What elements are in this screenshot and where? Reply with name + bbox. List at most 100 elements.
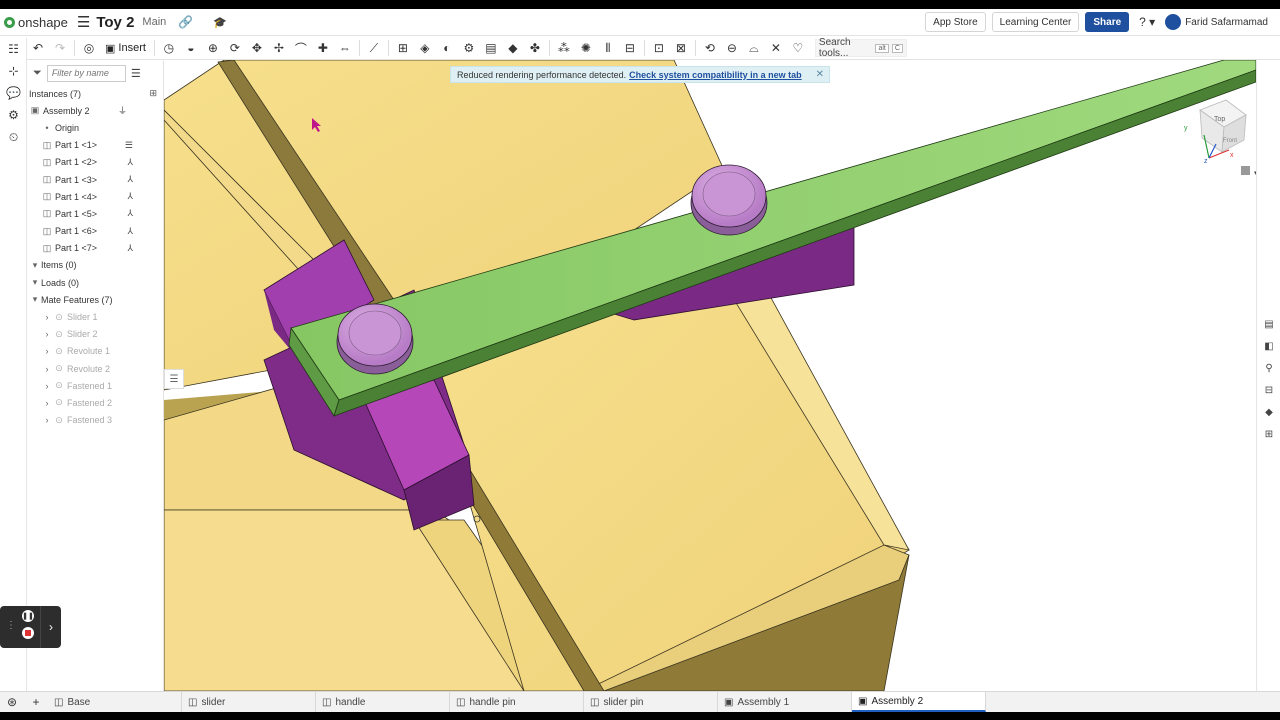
tree-item-part[interactable]: ◫ Part 1 <2> ⅄ bbox=[27, 154, 163, 171]
stop-icon[interactable] bbox=[22, 627, 34, 639]
revolute-mate-icon[interactable]: ⟳ bbox=[224, 37, 246, 59]
ball-mate-icon[interactable]: ⇔ bbox=[334, 37, 356, 59]
insert-button[interactable]: ▣ Insert bbox=[100, 42, 151, 55]
pause-icon[interactable]: ❚❚ bbox=[22, 610, 34, 622]
history-icon[interactable]: ⏲ bbox=[0, 126, 27, 148]
tree-item-origin[interactable]: • Origin bbox=[27, 119, 163, 136]
link-icon[interactable]: 🔗 bbox=[178, 15, 193, 29]
sketch-pattern-icon[interactable]: ⊟ bbox=[619, 37, 641, 59]
tree-item-part[interactable]: ◫ Part 1 <6> ⅄ bbox=[27, 223, 163, 240]
bom-icon[interactable]: ⊟ bbox=[1261, 382, 1277, 398]
learning-cap-icon[interactable]: 🎓 bbox=[213, 16, 227, 29]
redo-icon[interactable]: ↷ bbox=[49, 37, 71, 59]
expand-chevron-icon[interactable]: › bbox=[41, 346, 53, 356]
replicate-icon[interactable]: ◷ bbox=[158, 37, 180, 59]
close-icon[interactable]: ✕ bbox=[816, 69, 824, 80]
share-button[interactable]: Share bbox=[1085, 12, 1130, 32]
tree-item-mate[interactable]: › ⊙ Fastened 1 bbox=[27, 377, 163, 394]
render-studio-icon[interactable]: ◆ bbox=[1261, 404, 1277, 420]
tab-slider[interactable]: ◫ slider bbox=[182, 692, 316, 712]
tree-item-mate-features[interactable]: ▾ Mate Features (7) bbox=[27, 291, 163, 308]
cylindrical-mate-icon[interactable]: ⌒ bbox=[290, 37, 312, 59]
undo-icon[interactable]: ↶ bbox=[27, 37, 49, 59]
slider-mate-icon[interactable]: ✥ bbox=[246, 37, 268, 59]
relation-icon[interactable]: ◐ bbox=[436, 37, 458, 59]
mate-values-icon[interactable]: ⚲ bbox=[1261, 360, 1277, 376]
group-icon[interactable]: ⊞ bbox=[392, 37, 414, 59]
expand-chevron-icon[interactable]: ▾ bbox=[29, 294, 41, 305]
mate-solve-icon[interactable]: ◈ bbox=[414, 37, 436, 59]
app-store-button[interactable]: App Store bbox=[925, 12, 986, 32]
chevron-right-icon[interactable]: › bbox=[40, 606, 61, 648]
branch-label[interactable]: Main bbox=[142, 16, 166, 28]
gear-relation-icon[interactable]: ⚙ bbox=[458, 37, 480, 59]
tree-item-part[interactable]: ◫ Part 1 <7> ⅄ bbox=[27, 240, 163, 257]
screw-relation-icon[interactable]: ◆ bbox=[502, 37, 524, 59]
expand-chevron-icon[interactable]: › bbox=[41, 312, 53, 322]
learning-center-button[interactable]: Learning Center bbox=[991, 12, 1080, 32]
comments-icon[interactable]: 💬 bbox=[0, 82, 27, 104]
tab-assembly-1[interactable]: ▣ Assembly 1 bbox=[718, 692, 852, 712]
document-title[interactable]: Toy 2 bbox=[96, 14, 134, 31]
measure-icon[interactable]: ⊡ bbox=[648, 37, 670, 59]
tree-item-assembly[interactable]: ▣ Assembly 2 ⏚ bbox=[27, 102, 163, 119]
system-compatibility-link[interactable]: Check system compatibility in a new tab bbox=[629, 70, 802, 80]
properties-icon[interactable]: ▤ bbox=[1261, 316, 1277, 332]
mirror-icon[interactable]: ⫴ bbox=[597, 37, 619, 59]
user-menu[interactable]: Farid Safarmamad bbox=[1165, 14, 1268, 30]
tree-item-mate[interactable]: › ⊙ Slider 2 bbox=[27, 326, 163, 343]
instances-header[interactable]: Instances (7) ⊞ bbox=[27, 85, 163, 102]
expand-chevron-icon[interactable]: ▾ bbox=[29, 260, 41, 271]
assembly-3d-scene[interactable]: Top Front y z x ▾ bbox=[164, 60, 1256, 691]
tab-base[interactable]: ◫ Base bbox=[48, 692, 182, 712]
tree-item-part[interactable]: ◫ Part 1 <5> ⅄ bbox=[27, 205, 163, 222]
panel-collapse-icon[interactable]: ☰ bbox=[164, 369, 184, 389]
flex-icon[interactable]: ♡ bbox=[787, 37, 809, 59]
filter-input[interactable] bbox=[46, 64, 126, 82]
tab-manager-icon[interactable]: ⊛ bbox=[0, 692, 24, 712]
help-icon[interactable]: ? ▾ bbox=[1139, 15, 1155, 29]
explode-icon[interactable]: ◎ bbox=[78, 37, 100, 59]
graphics-viewport[interactable]: Top Front y z x ▾ Reduced rendering perf… bbox=[164, 60, 1256, 691]
add-tab-icon[interactable]: + bbox=[24, 692, 48, 712]
tree-item-mate[interactable]: › ⊙ Revolute 2 bbox=[27, 360, 163, 377]
tab-slider-pin[interactable]: ◫ slider pin bbox=[584, 692, 718, 712]
drag-handle-icon[interactable]: ⋮ bbox=[6, 620, 16, 631]
feature-list-icon[interactable]: ☷ bbox=[0, 38, 27, 60]
linear-relation-icon[interactable]: ✤ bbox=[524, 37, 546, 59]
appearances-icon[interactable]: ◧ bbox=[1261, 338, 1277, 354]
rack-pinion-icon[interactable]: ▤ bbox=[480, 37, 502, 59]
simulate-icon[interactable]: ⊖ bbox=[721, 37, 743, 59]
expand-chevron-icon[interactable]: › bbox=[41, 329, 53, 339]
configurations-icon[interactable]: ⊹ bbox=[0, 60, 27, 82]
linear-pattern-icon[interactable]: ⁂ bbox=[553, 37, 575, 59]
filter-icon[interactable]: ⏷ bbox=[33, 67, 42, 80]
tree-item-part[interactable]: ◫ Part 1 <4> ⅄ bbox=[27, 188, 163, 205]
tab-handle[interactable]: ◫ handle bbox=[316, 692, 450, 712]
search-tools-input[interactable]: Search tools... alt C bbox=[814, 37, 907, 59]
tree-item-items[interactable]: ▾ Items (0) bbox=[27, 257, 163, 274]
tree-item-part[interactable]: ◫ Part 1 <3> ⅄ bbox=[27, 171, 163, 188]
tab-assembly-2[interactable]: ▣ Assembly 2 bbox=[852, 692, 986, 712]
expand-chevron-icon[interactable]: › bbox=[41, 364, 53, 374]
assembly-tools-icon[interactable]: ⊞ bbox=[1261, 426, 1277, 442]
appearance-icon[interactable]: ⚙ bbox=[0, 104, 27, 126]
new-folder-icon[interactable]: ⊞ bbox=[149, 88, 157, 99]
document-menu-icon[interactable]: ☰ bbox=[77, 13, 90, 31]
tree-item-mate[interactable]: › ⊙ Slider 1 bbox=[27, 308, 163, 325]
expand-chevron-icon[interactable]: ▾ bbox=[29, 277, 41, 288]
list-view-icon[interactable]: ☰ bbox=[131, 67, 141, 80]
circular-pattern-icon[interactable]: ✺ bbox=[575, 37, 597, 59]
tree-item-mate[interactable]: › ⊙ Fastened 3 bbox=[27, 412, 163, 429]
interference-icon[interactable]: ✕ bbox=[765, 37, 787, 59]
mate-connector-icon[interactable]: ◒ bbox=[180, 37, 202, 59]
expand-chevron-icon[interactable]: › bbox=[41, 381, 53, 391]
tab-handle-pin[interactable]: ◫ handle pin bbox=[450, 692, 584, 712]
tree-item-part[interactable]: ◫ Part 1 <1> ☰ bbox=[27, 137, 163, 154]
planar-mate-icon[interactable]: ✢ bbox=[268, 37, 290, 59]
animate-icon[interactable]: ⟲ bbox=[699, 37, 721, 59]
fastened-mate-icon[interactable]: ⊕ bbox=[202, 37, 224, 59]
motion-study-icon[interactable]: ⌓ bbox=[743, 37, 765, 59]
tree-item-mate[interactable]: › ⊙ Fastened 2 bbox=[27, 394, 163, 411]
expand-chevron-icon[interactable]: › bbox=[41, 398, 53, 408]
